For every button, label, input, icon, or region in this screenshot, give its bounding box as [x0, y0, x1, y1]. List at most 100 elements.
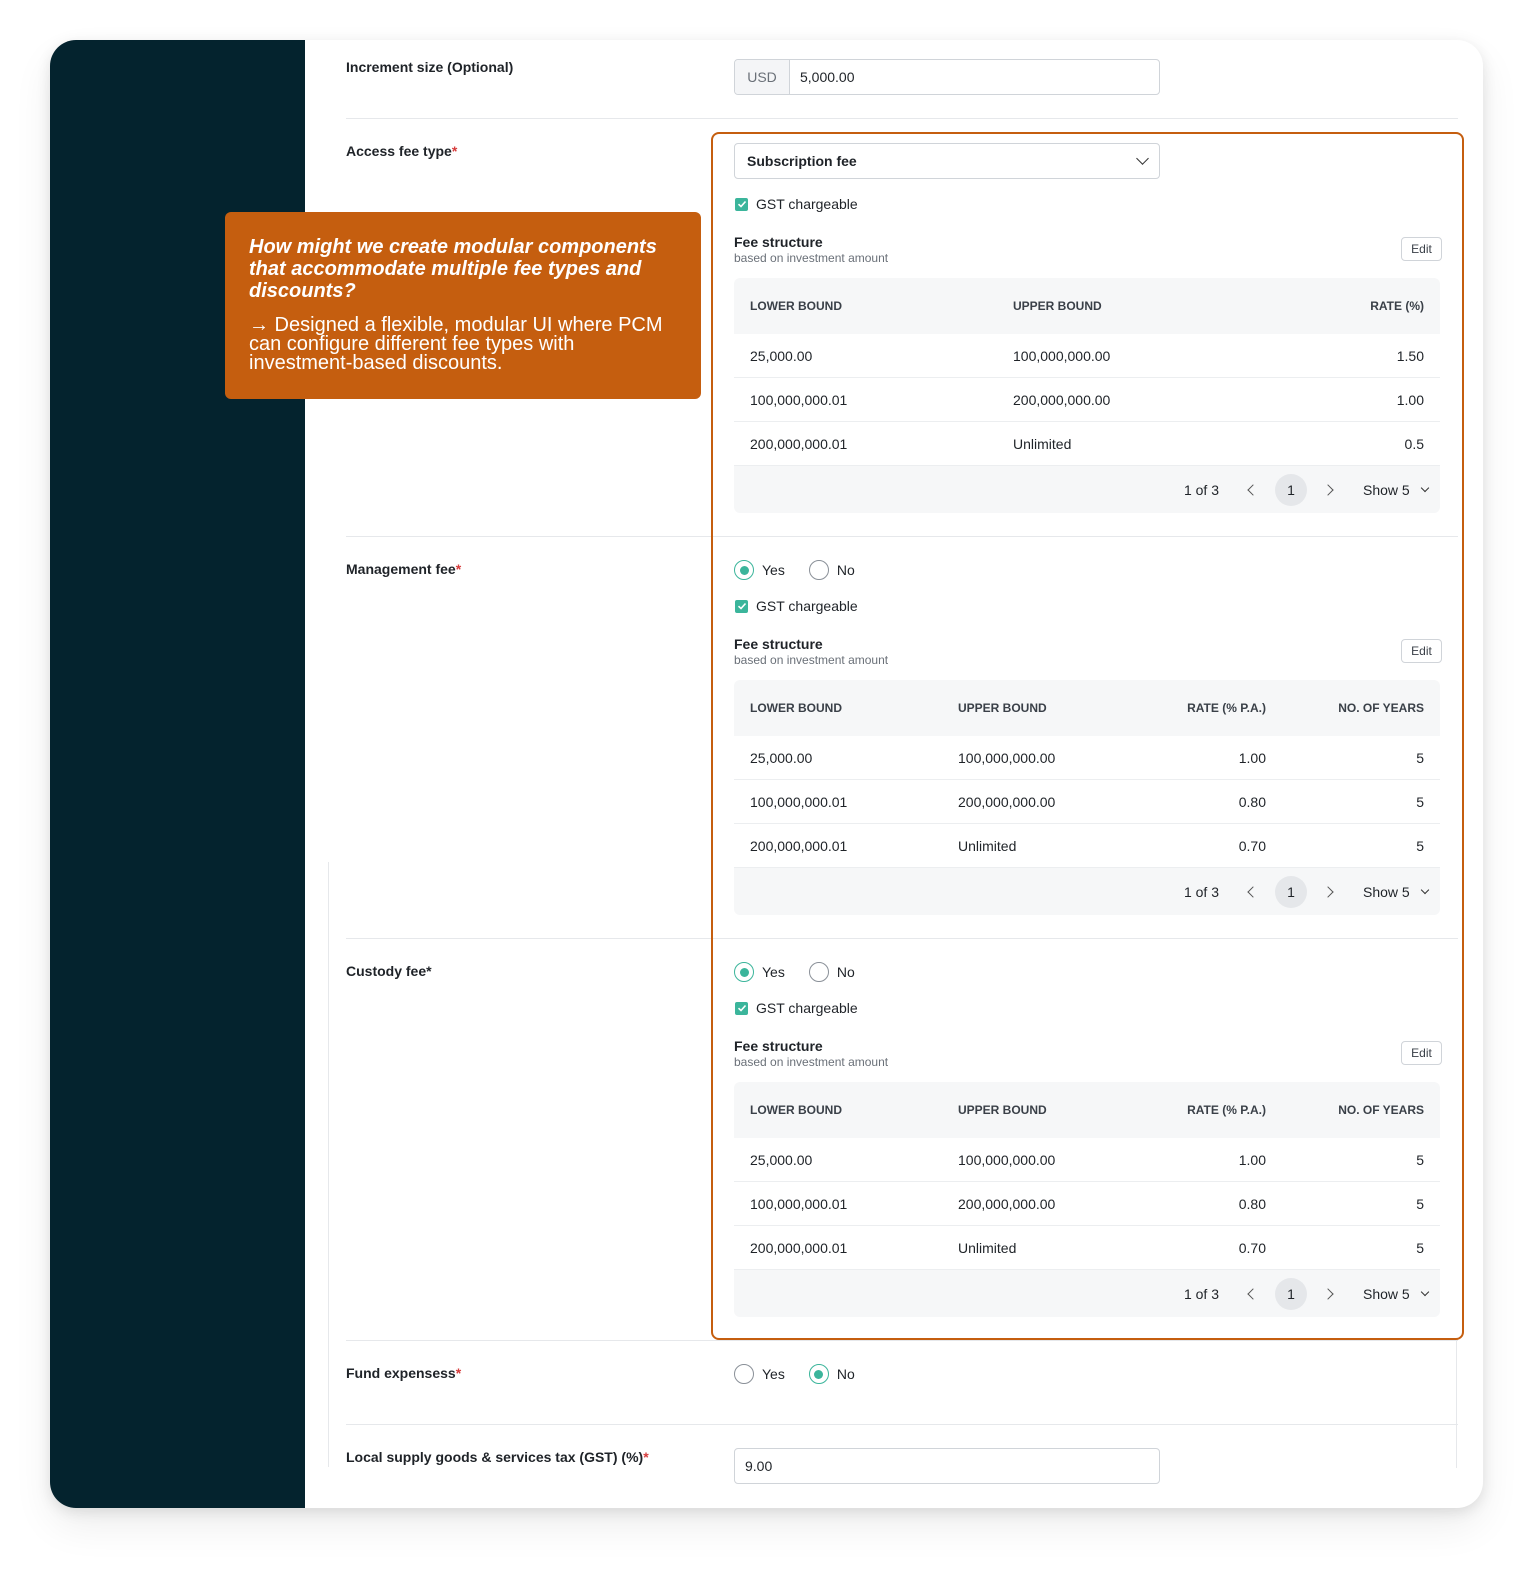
- page-number-button[interactable]: 1: [1275, 875, 1307, 908]
- rate-cell: 1.00: [1396, 391, 1424, 408]
- management-no-radio[interactable]: [808, 560, 829, 580]
- lower-bound-cell: 100,000,000.01: [750, 1195, 848, 1212]
- custody-yes-radio[interactable]: [734, 962, 754, 982]
- fee-structure-subtitle: based on investment amount: [734, 1055, 889, 1069]
- currency-prefix: USD: [735, 60, 790, 94]
- upper-bound-cell: 100,000,000.00: [958, 1151, 1056, 1168]
- page-size-label: Show 5: [1363, 1285, 1410, 1302]
- pagination: 1 of 3 1 Show 5: [734, 466, 1440, 513]
- fund-expenses-radio-group: Yes No: [734, 1364, 879, 1384]
- custody-gst-checkbox[interactable]: GST chargeable: [735, 1000, 858, 1016]
- fund-expenses-label: Fund expensess*: [346, 1365, 462, 1381]
- rate-cell: 1.00: [1238, 1151, 1266, 1168]
- pagination: 1 of 3 1 Show 5: [734, 1270, 1440, 1317]
- no-label: No: [836, 562, 855, 578]
- fee-structure-subtitle: based on investment amount: [734, 251, 889, 265]
- table-row: 200,000,000.01 Unlimited 0.70 5: [734, 824, 1440, 868]
- table-header: LOWER BOUND UPPER BOUND RATE (%): [734, 278, 1440, 334]
- divider: [346, 938, 1458, 939]
- table-header: LOWER BOUND UPPER BOUND RATE (% P.A.) NO…: [734, 1082, 1440, 1138]
- years-cell: 5: [1416, 1239, 1424, 1256]
- rate-cell: 0.80: [1238, 793, 1266, 810]
- page-size-select[interactable]: Show 5: [1363, 481, 1429, 498]
- gst-value: 9.00: [745, 1458, 773, 1474]
- fee-structure-title: Fee structure: [734, 1038, 823, 1054]
- yes-label: Yes: [762, 562, 785, 578]
- yes-label: Yes: [762, 964, 785, 980]
- increment-size-input[interactable]: USD 5,000.00: [734, 59, 1160, 95]
- upper-bound-cell: Unlimited: [958, 837, 1017, 854]
- management-fee-label: Management fee*: [346, 561, 462, 577]
- divider: [346, 1340, 1458, 1341]
- chevron-right-icon[interactable]: [1322, 483, 1334, 496]
- fund-expenses-no-radio[interactable]: [808, 1364, 829, 1384]
- upper-bound-cell: 100,000,000.00: [958, 749, 1056, 766]
- table-row: 200,000,000.01 Unlimited 0.70 5: [734, 1226, 1440, 1270]
- page-number-button[interactable]: 1: [1275, 1277, 1307, 1310]
- column-header: RATE (% P.A.): [1187, 1103, 1266, 1117]
- custody-fee-label: Custody fee*: [346, 963, 432, 979]
- column-header: UPPER BOUND: [958, 701, 1047, 715]
- pagination: 1 of 3 1 Show 5: [734, 868, 1440, 915]
- upper-bound-cell: 100,000,000.00: [1013, 347, 1111, 364]
- column-header: NO. OF YEARS: [1338, 1103, 1424, 1117]
- access-fee-type-select[interactable]: Subscription fee: [734, 143, 1160, 179]
- divider: [328, 862, 329, 1467]
- lower-bound-cell: 200,000,000.01: [750, 837, 848, 854]
- divider: [1456, 1340, 1457, 1468]
- gst-chargeable-label: GST chargeable: [756, 196, 858, 212]
- chevron-right-icon[interactable]: [1322, 885, 1334, 898]
- page-size-select[interactable]: Show 5: [1363, 1285, 1429, 1302]
- lower-bound-cell: 200,000,000.01: [750, 1239, 848, 1256]
- lower-bound-cell: 200,000,000.01: [750, 435, 848, 452]
- increment-size-value: 5,000.00: [800, 69, 855, 85]
- checkbox-checked-icon: [735, 197, 748, 211]
- callout-question: How might we create modular components t…: [249, 236, 657, 302]
- gst-input[interactable]: 9.00: [734, 1448, 1160, 1484]
- table-row: 100,000,000.01 200,000,000.00 0.80 5: [734, 780, 1440, 824]
- access-gst-checkbox[interactable]: GST chargeable: [735, 196, 858, 212]
- lower-bound-cell: 100,000,000.01: [750, 793, 848, 810]
- page-size-label: Show 5: [1363, 883, 1410, 900]
- column-header: LOWER BOUND: [750, 1103, 842, 1117]
- years-cell: 5: [1416, 749, 1424, 766]
- yes-label: Yes: [762, 1366, 785, 1382]
- divider: [346, 1424, 1458, 1425]
- lower-bound-cell: 25,000.00: [750, 347, 813, 364]
- page-size-select[interactable]: Show 5: [1363, 883, 1429, 900]
- no-label: No: [836, 1366, 855, 1382]
- management-yes-radio[interactable]: [734, 560, 754, 580]
- table-row: 25,000.00 100,000,000.00 1.00 5: [734, 1138, 1440, 1182]
- page-number-button[interactable]: 1: [1275, 473, 1307, 506]
- table-row: 25,000.00 100,000,000.00 1.50: [734, 334, 1440, 378]
- table-row: 25,000.00 100,000,000.00 1.00 5: [734, 736, 1440, 780]
- rate-cell: 0.5: [1404, 435, 1424, 452]
- divider: [346, 118, 1458, 119]
- chevron-left-icon[interactable]: [1247, 885, 1259, 898]
- column-header: NO. OF YEARS: [1338, 701, 1424, 715]
- upper-bound-cell: Unlimited: [1013, 435, 1072, 452]
- access-edit-button[interactable]: Edit: [1401, 237, 1442, 261]
- chevron-down-icon: [1136, 152, 1149, 165]
- chevron-right-icon[interactable]: [1322, 1287, 1334, 1300]
- column-header: UPPER BOUND: [958, 1103, 1047, 1117]
- management-edit-button[interactable]: Edit: [1401, 639, 1442, 663]
- table-row: 100,000,000.01 200,000,000.00 1.00: [734, 378, 1440, 422]
- access-fee-type-value: Subscription fee: [747, 153, 857, 169]
- lower-bound-cell: 100,000,000.01: [750, 391, 848, 408]
- gst-chargeable-label: GST chargeable: [756, 598, 858, 614]
- no-label: No: [836, 964, 855, 980]
- table-row: 100,000,000.01 200,000,000.00 0.80 5: [734, 1182, 1440, 1226]
- custody-edit-button[interactable]: Edit: [1401, 1041, 1442, 1065]
- custody-no-radio[interactable]: [808, 962, 829, 982]
- fee-structure-title: Fee structure: [734, 234, 823, 250]
- chevron-left-icon[interactable]: [1247, 1287, 1259, 1300]
- chevron-left-icon[interactable]: [1247, 483, 1259, 496]
- management-gst-checkbox[interactable]: GST chargeable: [735, 598, 858, 614]
- checkbox-checked-icon: [735, 599, 748, 613]
- page-size-label: Show 5: [1363, 481, 1410, 498]
- column-header: RATE (%): [1370, 299, 1424, 313]
- upper-bound-cell: 200,000,000.00: [958, 793, 1056, 810]
- increment-size-label: Increment size (Optional): [346, 59, 514, 75]
- fund-expenses-yes-radio[interactable]: [734, 1364, 754, 1384]
